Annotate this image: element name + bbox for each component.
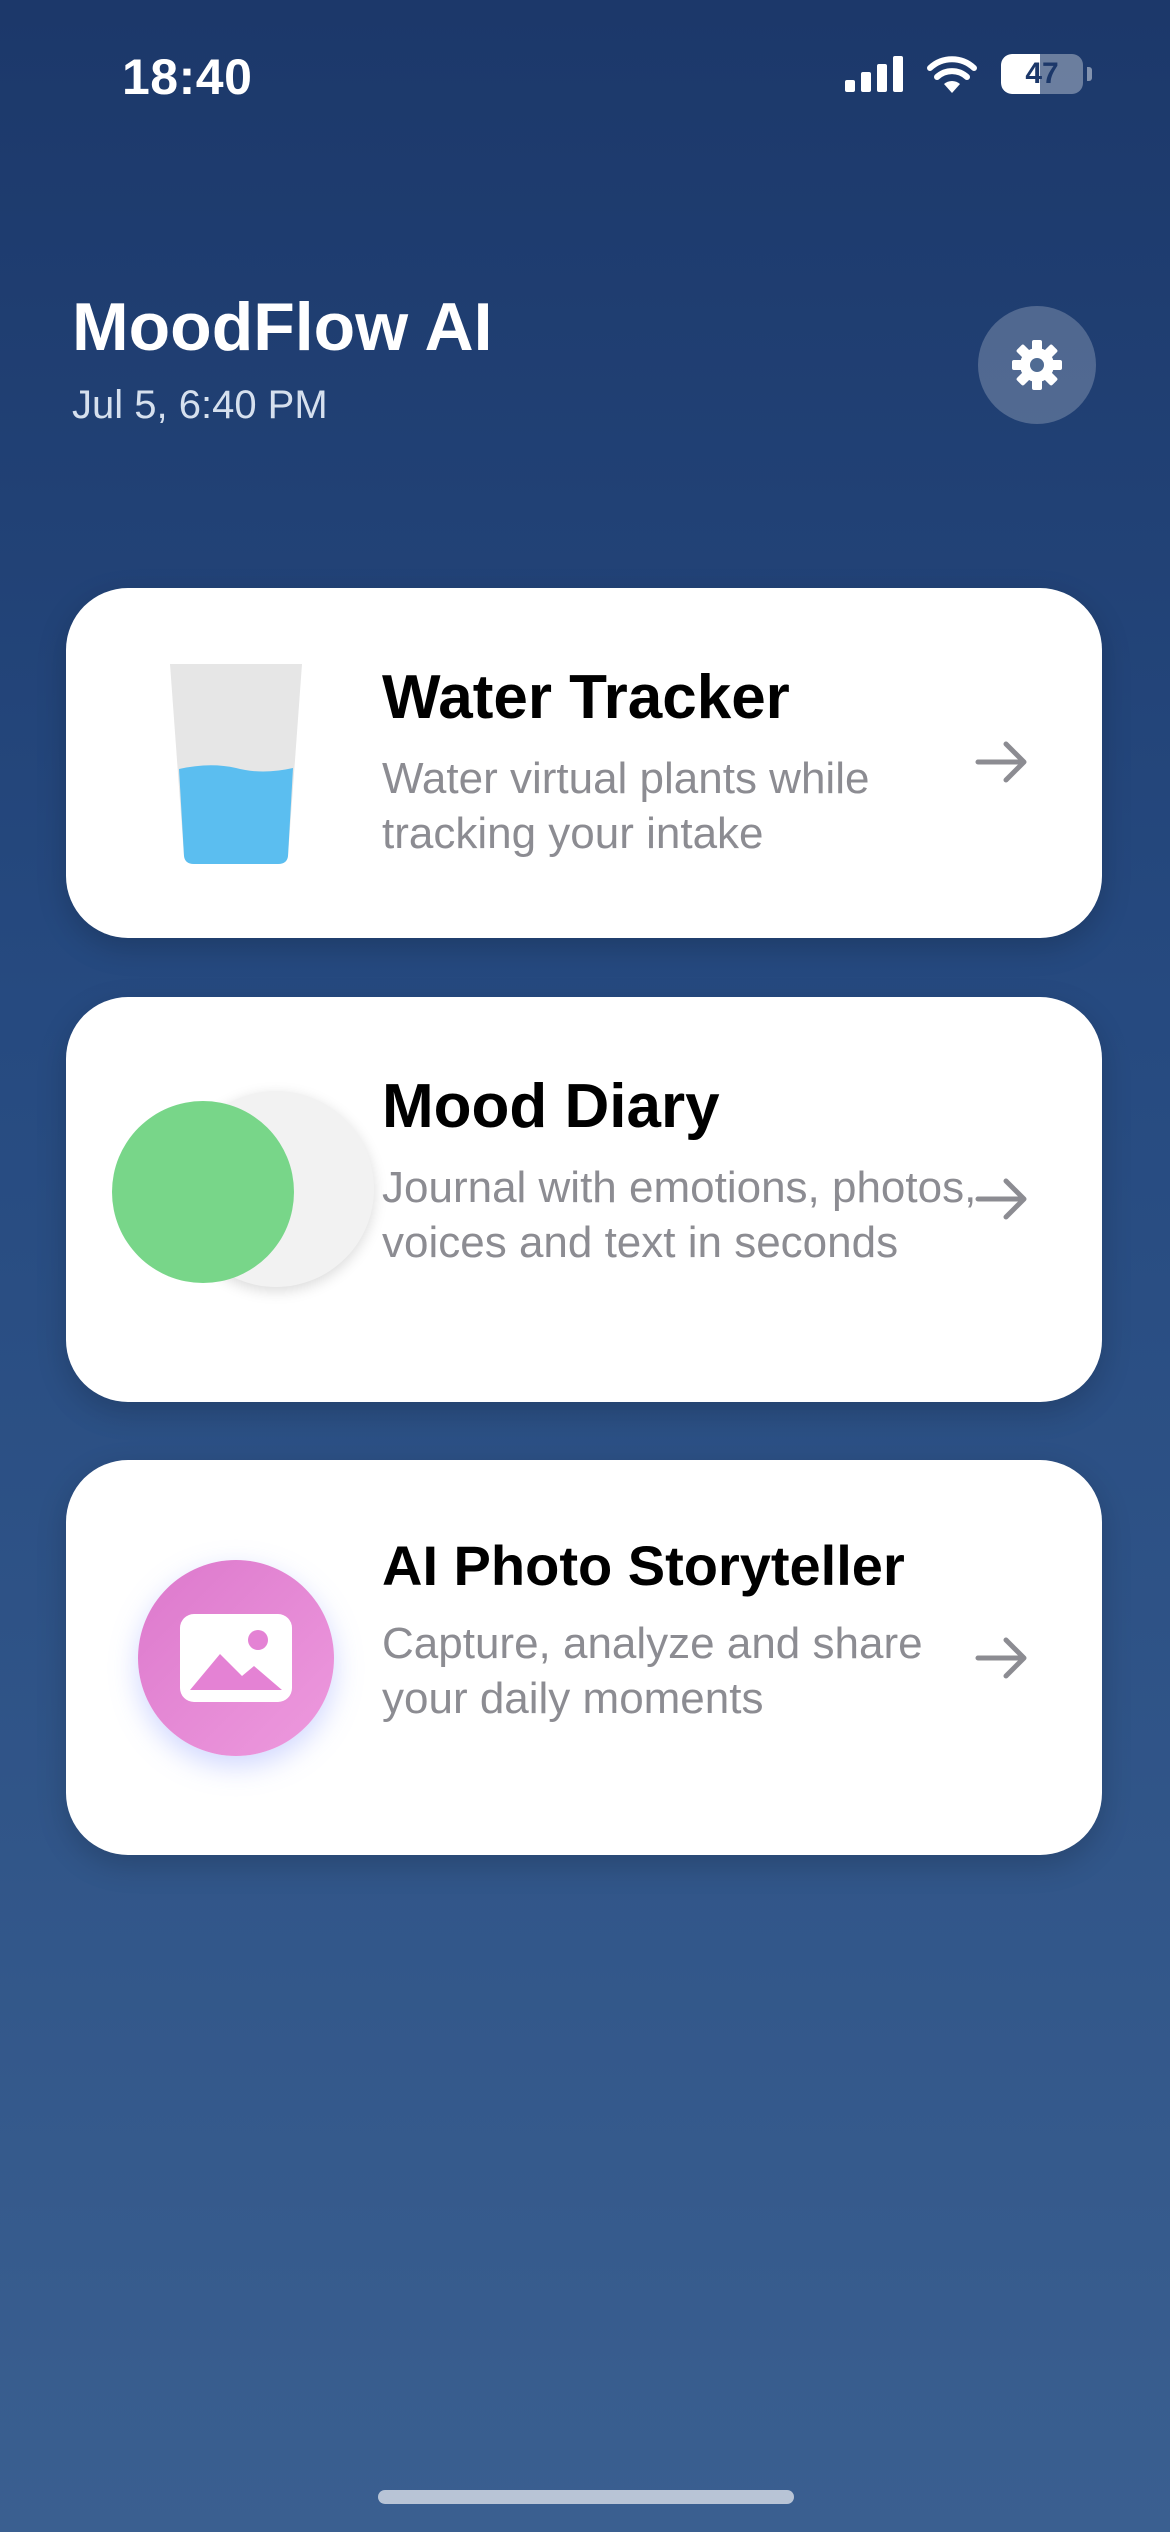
mood-diary-text: Mood Diary Journal with emotions, photos…: [382, 1071, 982, 1270]
status-time: 18:40: [122, 49, 253, 105]
wifi-icon: [927, 56, 977, 93]
photo-icon-badge: [138, 1560, 334, 1756]
battery-cap: [1087, 67, 1092, 81]
card-description: Journal with emotions, photos, voices an…: [382, 1163, 977, 1268]
water-tracker-card[interactable]: Water Tracker Water virtual plants while…: [66, 588, 1102, 938]
arrow-right-icon: [975, 1637, 1027, 1679]
gear-icon: [1012, 340, 1062, 390]
photo-storyteller-card[interactable]: AI Photo Storyteller Capture, analyze an…: [66, 1460, 1102, 1855]
mood-diary-card[interactable]: Mood Diary Journal with emotions, photos…: [66, 997, 1102, 1402]
battery-indicator: 47: [1001, 54, 1083, 94]
status-icons: 47: [845, 54, 1092, 94]
app-header: MoodFlow AI Jul 5, 6:40 PM: [72, 290, 492, 428]
photo-storyteller-text: AI Photo Storyteller Capture, analyze an…: [382, 1534, 982, 1726]
settings-button[interactable]: [978, 306, 1096, 424]
water-tracker-text: Water Tracker Water virtual plants while…: [382, 662, 982, 861]
cellular-signal-icon: [845, 56, 903, 92]
arrow-right-icon: [975, 1178, 1027, 1220]
card-title: AI Photo Storyteller: [382, 1534, 905, 1597]
card-description: Capture, analyze and share your daily mo…: [382, 1619, 923, 1724]
water-glass-icon: [170, 664, 302, 864]
status-bar: 18:40 47: [0, 0, 1170, 150]
battery-level: 47: [1025, 57, 1059, 90]
current-date: Jul 5, 6:40 PM: [72, 382, 328, 427]
card-description: Water virtual plants while tracking your…: [382, 754, 870, 859]
card-title: Mood Diary: [382, 1072, 720, 1141]
photo-icon: [180, 1614, 292, 1702]
app-title: MoodFlow AI: [72, 289, 493, 365]
home-indicator[interactable]: [378, 2490, 794, 2504]
card-title: Water Tracker: [382, 663, 790, 732]
mood-circle-icon: [112, 1089, 374, 1289]
arrow-right-icon: [975, 741, 1027, 783]
